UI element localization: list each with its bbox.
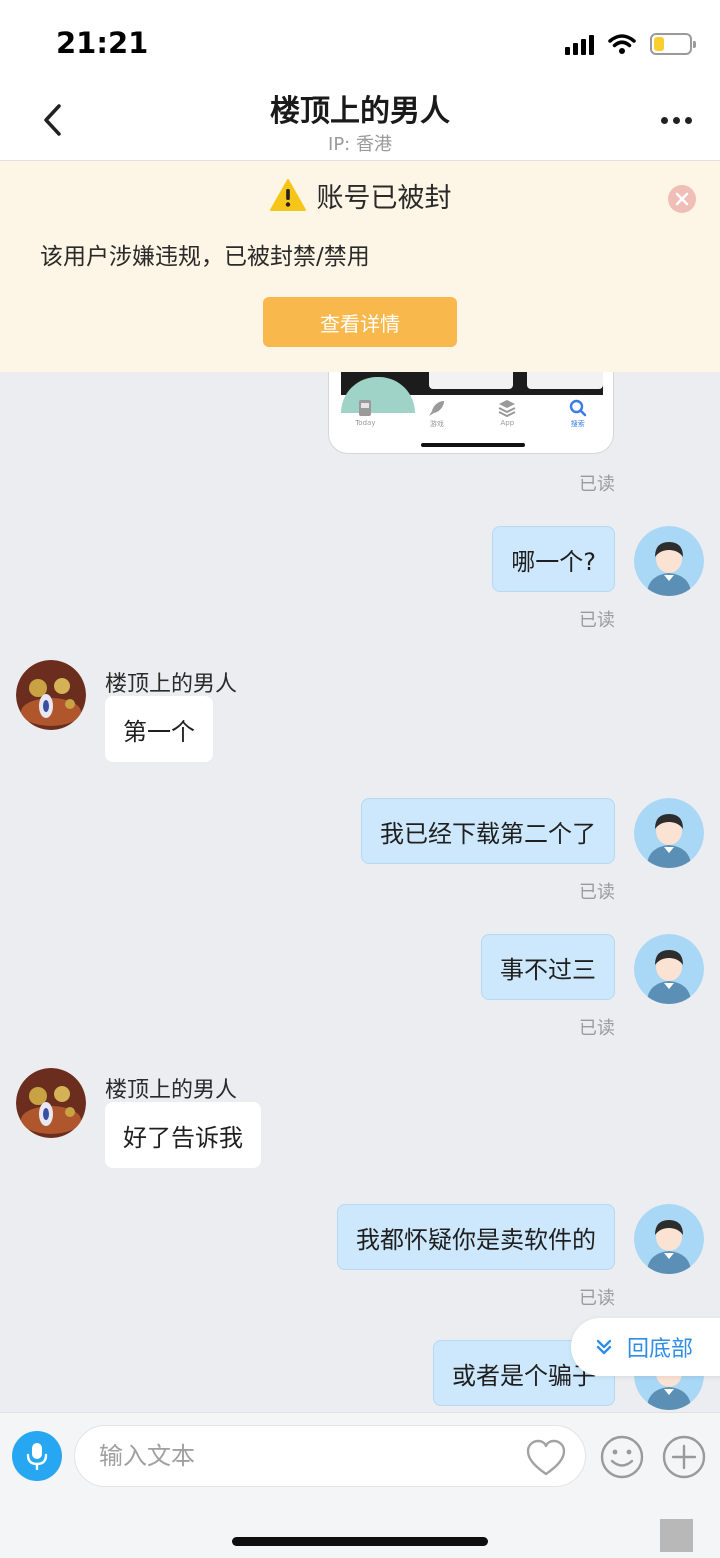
ban-description: 该用户涉嫌违规，已被封禁/禁用	[40, 244, 370, 270]
message-input[interactable]	[99, 1436, 519, 1476]
my-avatar[interactable]	[634, 798, 704, 868]
image-message[interactable]: Today 游戏 App 搜索	[328, 372, 614, 454]
read-receipt: 已读	[579, 1018, 615, 1039]
message-bubble-sent[interactable]: 我已经下载第二个了	[361, 798, 615, 864]
plus-icon	[662, 1435, 706, 1479]
read-receipt: 已读	[579, 1288, 615, 1309]
smiley-icon	[600, 1435, 644, 1479]
sender-name: 楼顶上的男人	[105, 672, 238, 697]
like-button[interactable]	[525, 1438, 567, 1478]
ban-title-row: 账号已被封	[0, 175, 720, 215]
message-bubble-received[interactable]: 第一个	[105, 696, 213, 762]
signal-icon	[565, 33, 594, 55]
message-text-field[interactable]	[74, 1425, 586, 1487]
message-bubble-sent[interactable]: 哪一个?	[492, 526, 615, 592]
read-receipt: 已读	[579, 610, 615, 631]
image-tab-games: 游戏	[428, 399, 446, 429]
user-avatar-icon	[634, 934, 704, 1004]
scroll-to-bottom-button[interactable]: 回底部	[571, 1318, 720, 1376]
ban-title: 账号已被封	[316, 182, 452, 214]
user-avatar-icon	[634, 1204, 704, 1274]
image-tab-search: 搜索	[569, 399, 587, 429]
more-options-button[interactable]	[654, 102, 698, 138]
rocket-icon	[428, 401, 444, 416]
contact-avatar[interactable]	[16, 660, 86, 730]
view-details-button[interactable]: 查看详情	[263, 297, 457, 347]
contact-name: 楼顶上的男人	[270, 94, 450, 129]
emoji-button[interactable]	[600, 1435, 644, 1479]
message-bubble-sent[interactable]: 事不过三	[481, 934, 615, 1000]
microphone-icon	[26, 1443, 48, 1470]
contact-avatar[interactable]	[16, 1068, 86, 1138]
battery-level	[654, 37, 665, 51]
double-chevron-down-icon	[596, 1339, 612, 1355]
warning-icon	[269, 179, 306, 211]
today-icon	[359, 400, 372, 416]
more-dots-icon	[660, 116, 668, 124]
my-avatar[interactable]	[634, 1204, 704, 1274]
battery-icon	[650, 33, 696, 55]
sender-name: 楼顶上的男人	[105, 1078, 238, 1103]
more-actions-button[interactable]	[662, 1435, 706, 1479]
image-content	[341, 372, 603, 413]
message-bubble-sent[interactable]: 我都怀疑你是卖软件的	[337, 1204, 615, 1270]
heart-icon	[526, 1439, 566, 1476]
status-icons	[565, 30, 696, 58]
image-tab-bar: Today 游戏 App 搜索	[329, 399, 613, 429]
layers-icon	[498, 400, 516, 417]
scroll-to-bottom-label: 回底部	[627, 1337, 694, 1362]
close-banner-button[interactable]	[668, 185, 696, 213]
contact-avatar-image-icon	[16, 1068, 86, 1138]
read-receipt: 已读	[579, 882, 615, 903]
user-avatar-icon	[634, 526, 704, 596]
image-tab-app: App	[498, 399, 516, 429]
account-banned-banner: 账号已被封 该用户涉嫌违规，已被封禁/禁用 查看详情	[0, 161, 720, 372]
wifi-icon	[608, 34, 636, 54]
search-icon	[569, 399, 587, 417]
image-home-indicator	[421, 443, 525, 447]
my-avatar[interactable]	[634, 526, 704, 596]
read-receipt: 已读	[579, 474, 615, 495]
chat-header: 楼顶上的男人 IP: 香港	[0, 80, 720, 161]
image-tab-today: Today	[355, 399, 375, 429]
voice-input-button[interactable]	[12, 1431, 62, 1481]
corner-square	[660, 1519, 693, 1552]
contact-ip-location: IP: 香港	[328, 134, 392, 155]
home-indicator	[232, 1537, 488, 1546]
contact-avatar-image-icon	[16, 660, 86, 730]
message-bubble-received[interactable]: 好了告诉我	[105, 1102, 261, 1168]
status-time: 21:21	[56, 26, 149, 60]
close-icon	[675, 192, 689, 206]
user-avatar-icon	[634, 798, 704, 868]
status-bar: 21:21	[0, 0, 720, 80]
my-avatar[interactable]	[634, 934, 704, 1004]
chat-message-list[interactable]: Today 游戏 App 搜索 已读 哪一个? 已读 楼顶上的男人 第一个 我已…	[0, 372, 720, 1412]
message-input-bar	[0, 1412, 720, 1558]
